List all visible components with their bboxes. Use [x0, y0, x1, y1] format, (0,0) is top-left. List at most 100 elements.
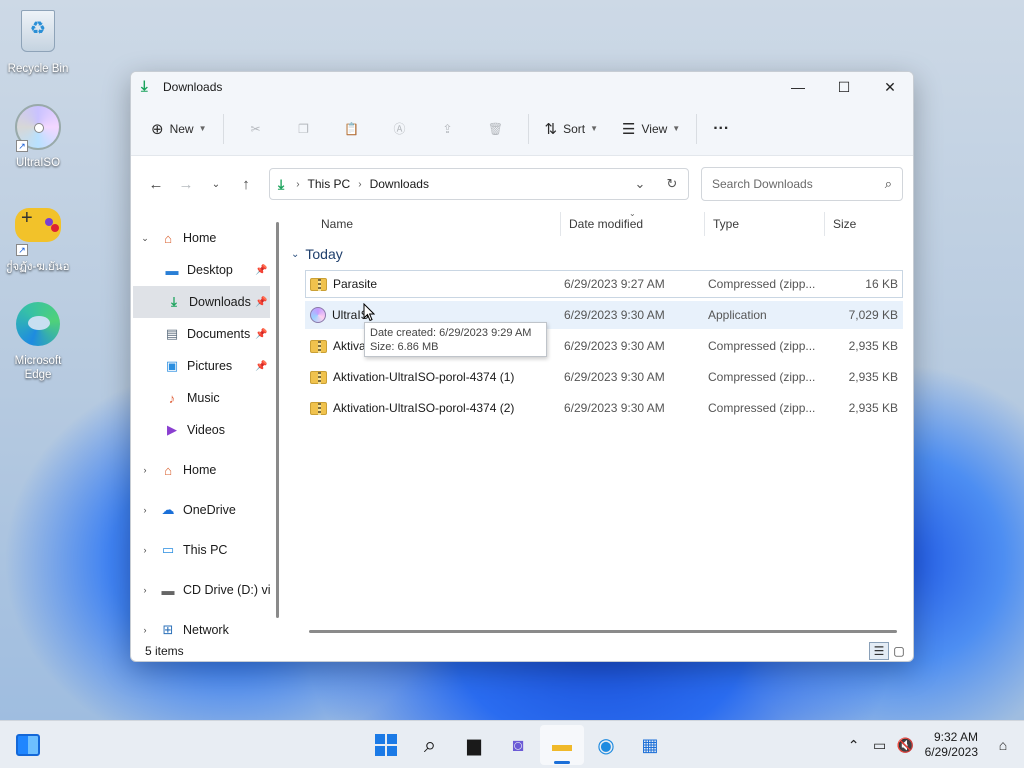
search-taskbar-button[interactable]: ⌕ — [408, 725, 452, 765]
chevron-down-icon: ▼ — [672, 124, 681, 133]
sidebar-item-downloads[interactable]: ⤓ Downloads 📌 — [133, 286, 270, 318]
home-icon: ⌂ — [164, 462, 172, 478]
breadcrumb-downloads[interactable]: Downloads — [370, 177, 429, 191]
desktop-icon-edge[interactable]: Microsoft Edge — [0, 300, 76, 382]
file-size: 16 KB — [865, 277, 898, 291]
file-date: 6/29/2023 9:30 AM — [564, 339, 665, 353]
search-input[interactable] — [712, 177, 862, 191]
chevron-right-icon: › — [143, 625, 147, 635]
refresh-button[interactable]: ↻ — [656, 176, 688, 192]
task-view-button[interactable]: ▆ — [452, 725, 496, 765]
file-date: 6/29/2023 9:30 AM — [564, 401, 665, 415]
file-type: Compressed (zipp... — [708, 370, 816, 384]
zip-folder-icon — [310, 370, 327, 384]
command-bar: ⊕ New ▼ ✂ ❐ 📋 Ⓐ ⇪ 🗑 ⇅ Sort ▼ ☰ View ▼ ··… — [131, 102, 913, 156]
clock[interactable]: 9:32 AM 6/29/2023 — [925, 730, 978, 760]
sidebar-item-onedrive[interactable]: › ☁ OneDrive — [131, 494, 281, 526]
table-row[interactable]: Parasite 6/29/2023 9:27 AM Compressed (z… — [305, 270, 903, 298]
rename-icon: Ⓐ — [393, 122, 406, 136]
column-header-size[interactable]: Size — [825, 212, 903, 236]
sidebar-item-documents[interactable]: ▤ Documents 📌 — [131, 318, 281, 350]
search-icon: ⌕ — [884, 176, 892, 191]
address-bar[interactable]: ⤓ › This PC › Downloads ⌄ ↻ — [269, 168, 689, 200]
back-button[interactable]: ← — [141, 169, 171, 199]
more-options-button[interactable]: ··· — [705, 113, 737, 145]
sidebar-item-home-2[interactable]: › ⌂ Home — [131, 454, 281, 486]
file-explorer-taskbar-button[interactable]: ▬ — [540, 725, 584, 765]
sidebar-item-label: OneDrive — [183, 503, 236, 517]
sidebar-item-music[interactable]: ♪ Music — [131, 382, 281, 414]
sidebar-item-pictures[interactable]: ▣ Pictures 📌 — [131, 350, 281, 382]
group-header-today[interactable]: ⌄ Today — [291, 246, 343, 262]
edge-taskbar-button[interactable]: ◉ — [584, 725, 628, 765]
view-button[interactable]: ☰ View ▼ — [614, 113, 688, 145]
sidebar-item-cd-drive[interactable]: › ▬ CD Drive (D:) virt — [131, 574, 281, 606]
details-view-icon: ☰ — [873, 644, 885, 658]
desktop-icon-ultraiso[interactable]: ↗ UltraISO — [0, 104, 76, 170]
widgets-icon[interactable] — [16, 734, 40, 756]
pin-icon: 📌 — [255, 264, 268, 276]
recycle-bin-icon — [21, 10, 55, 52]
title-bar[interactable]: ⤓ Downloads — ☐ ✕ — [131, 72, 913, 102]
documents-icon: ▤ — [165, 326, 179, 341]
table-row[interactable]: Aktivation-UltraISO-porol-4374 (1) 6/29/… — [305, 363, 903, 391]
edge-icon — [16, 302, 60, 346]
start-button[interactable] — [364, 725, 408, 765]
column-header-name[interactable]: Name — [313, 212, 561, 236]
sidebar-item-label: Videos — [187, 423, 225, 437]
sidebar-item-label: Music — [187, 391, 220, 405]
share-button[interactable]: ⇪ — [424, 113, 472, 145]
network-icon[interactable]: ▭ — [867, 737, 893, 754]
folder-icon: ▬ — [552, 733, 572, 756]
rename-button[interactable]: Ⓐ — [376, 113, 424, 145]
chevron-up-icon[interactable]: ⌃ — [841, 737, 867, 754]
maximize-button[interactable]: ☐ — [821, 72, 867, 102]
cut-button[interactable]: ✂ — [232, 113, 280, 145]
sidebar-item-this-pc[interactable]: › ▭ This PC — [131, 534, 281, 566]
minimize-button[interactable]: — — [775, 72, 821, 102]
desktop-icon-label: ქจฏัง-ฆ.ยันอ — [6, 261, 70, 273]
file-name: Parasite — [333, 277, 378, 291]
sort-indicator-icon: ⌄ — [629, 209, 636, 218]
computer-icon: ▭ — [161, 542, 175, 557]
search-icon: ⌕ — [423, 732, 437, 757]
arrow-up-icon: ↑ — [242, 175, 250, 193]
recent-locations-button[interactable]: ⌄ — [201, 169, 231, 199]
mouse-cursor-icon — [363, 302, 376, 325]
videos-icon: ▶ — [167, 422, 177, 437]
store-taskbar-button[interactable]: ▦ — [628, 725, 672, 765]
tiles-view-button[interactable]: ▢ — [889, 642, 909, 660]
forward-button[interactable]: → — [171, 169, 201, 199]
zip-folder-icon — [310, 339, 327, 353]
task-view-icon: ▆ — [467, 734, 481, 755]
details-view-button[interactable]: ☰ — [869, 642, 889, 660]
view-label: View — [641, 121, 668, 136]
desktop-icon-recycle-bin[interactable]: Recycle Bin — [0, 8, 76, 76]
file-explorer-window: ⤓ Downloads — ☐ ✕ ⊕ New ▼ ✂ ❐ 📋 Ⓐ ⇪ 🗑 ⇅ … — [130, 71, 914, 662]
up-button[interactable]: ↑ — [231, 169, 261, 199]
new-button[interactable]: ⊕ New ▼ — [143, 113, 215, 145]
horizontal-scrollbar[interactable] — [309, 630, 897, 633]
edge-icon: ◉ — [597, 734, 615, 757]
volume-muted-icon[interactable]: 🔇 — [893, 737, 919, 754]
file-size: 2,935 KB — [848, 370, 898, 384]
chevron-right-icon: › — [296, 178, 300, 190]
chevron-right-icon: › — [143, 505, 147, 515]
address-history-dropdown[interactable]: ⌄ — [624, 176, 656, 192]
sidebar-item-videos[interactable]: ▶ Videos — [131, 414, 281, 446]
close-button[interactable]: ✕ — [867, 72, 913, 102]
sidebar-item-desktop[interactable]: ▬ Desktop 📌 — [131, 254, 281, 286]
teams-chat-button[interactable]: ◙ — [496, 725, 540, 765]
sidebar-scrollbar[interactable] — [276, 212, 280, 622]
column-header-type[interactable]: Type — [705, 212, 825, 236]
notifications-icon[interactable]: ⌂ — [990, 737, 1016, 753]
copy-button[interactable]: ❐ — [280, 113, 328, 145]
paste-button[interactable]: 📋 — [328, 113, 376, 145]
table-row[interactable]: Aktivation-UltraISO-porol-4374 (2) 6/29/… — [305, 394, 903, 422]
chevron-down-icon: ⌄ — [211, 178, 221, 190]
delete-button[interactable]: 🗑 — [472, 113, 520, 145]
search-box[interactable]: ⌕ — [701, 167, 903, 201]
breadcrumb-this-pc[interactable]: This PC — [308, 177, 351, 191]
sort-button[interactable]: ⇅ Sort ▼ — [537, 113, 607, 145]
desktop-icon-game[interactable]: ↗ ქจฏัง-ฆ.ยันอ — [0, 200, 76, 274]
